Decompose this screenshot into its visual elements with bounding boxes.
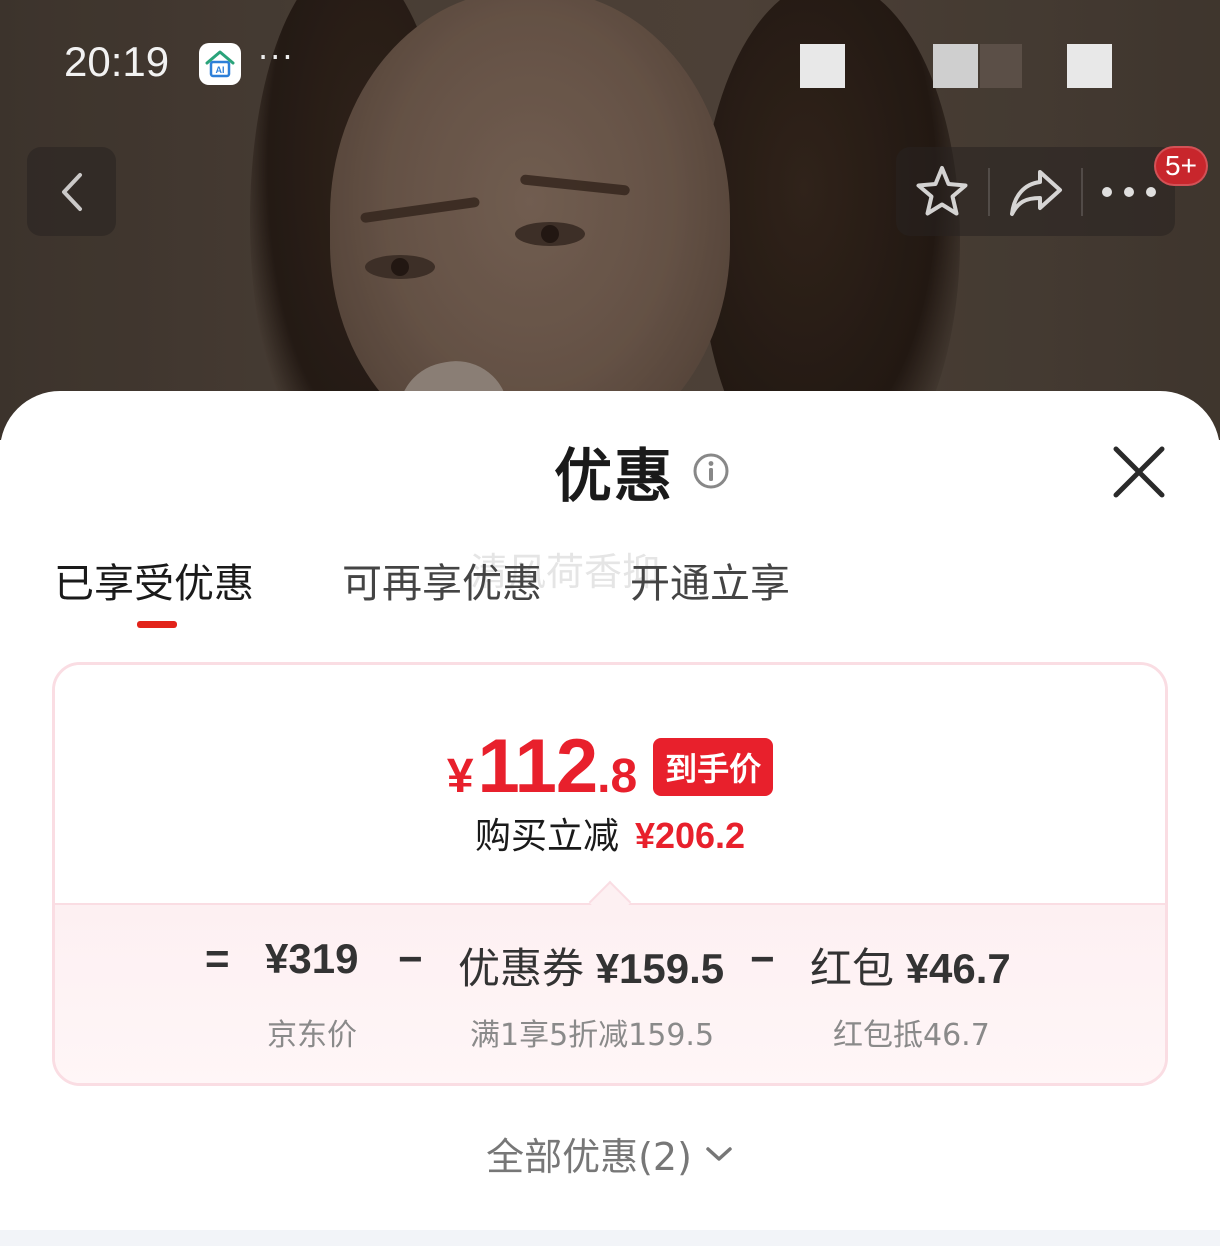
status-icon-2 [933,44,978,88]
formula-equals: = [205,935,230,982]
deal-price-card: ¥ 112 .8 到手价 购买立减 ¥206.2 = ¥319 − 优惠券 ¥1… [52,662,1168,1086]
close-button[interactable] [1108,441,1170,503]
close-icon [1113,446,1165,498]
instant-saving-amount: ¥206.2 [634,815,746,856]
tab-more-available[interactable]: 可再享优惠 [342,551,542,609]
chevron-down-icon [704,1143,734,1165]
coupon-amount: ¥159.5 [595,945,725,992]
instant-saving-row: 购买立减 ¥206.2 [55,807,1165,859]
redpacket-desc: 红包抵46.7 [833,1018,990,1053]
active-tab-indicator [137,621,177,628]
status-bar: 20:19 AI ··· [0,0,1220,130]
coupon-desc: 满1享5折减159.5 [470,1018,715,1053]
star-outline-icon [916,165,968,215]
coupon-item: 优惠券 ¥159.5 [458,935,724,996]
all-offers-toggle[interactable]: 全部优惠(2) [0,1126,1220,1181]
chevron-left-icon [61,172,82,211]
final-price: ¥ 112 .8 [447,723,637,810]
tab-enjoyed[interactable]: 已享受优惠 [54,551,254,609]
final-price-row: ¥ 112 .8 到手价 [55,723,1165,810]
coupon-name: 优惠券 [458,944,585,993]
svg-text:AI: AI [216,65,225,75]
formula-minus-2: − [750,935,775,982]
status-icon-4 [1067,44,1112,88]
all-offers-label: 全部优惠(2) [486,1135,692,1179]
info-circle-icon[interactable] [692,452,730,490]
more-dots-icon [1102,186,1157,197]
sheet-title: 优惠 [554,442,675,510]
sheet-header: 优惠 [554,431,730,511]
discount-sheet: 优惠 清风荷香抑 已享受优惠 可再享优惠 开通立享 ¥ 112 .8 到手价 购… [0,391,1220,1246]
share-button[interactable] [990,147,1082,236]
status-icon-1 [800,44,845,88]
formula-minus-1: − [398,935,423,982]
share-arrow-icon [1009,169,1062,216]
redpacket-name: 红包 [810,944,895,993]
ai-home-app-icon: AI [199,43,241,85]
redpacket-item: 红包 ¥46.7 [810,935,1011,996]
tab-activate[interactable]: 开通立享 [630,551,790,609]
back-button[interactable] [27,147,116,236]
top-action-group [896,147,1175,236]
price-formula: = ¥319 − 优惠券 ¥159.5 − 红包 ¥46.7 [55,935,1165,995]
base-price: ¥319 [265,935,359,982]
base-price-label: 京东价 [267,1018,357,1053]
instant-saving-label: 购买立减 [474,816,619,857]
redpacket-amount: ¥46.7 [905,945,1011,992]
bottom-strip [0,1230,1220,1246]
status-time: 20:19 [64,38,170,85]
final-price-currency: ¥ [446,750,474,803]
final-price-decimal: .8 [597,750,638,803]
status-overflow-dots: ··· [258,38,295,76]
final-price-tag: 到手价 [653,738,774,796]
status-icon-3 [980,44,1022,88]
favorite-button[interactable] [896,147,988,236]
notification-badge: 5+ [1154,146,1208,186]
final-price-integer: 112 [477,724,599,809]
